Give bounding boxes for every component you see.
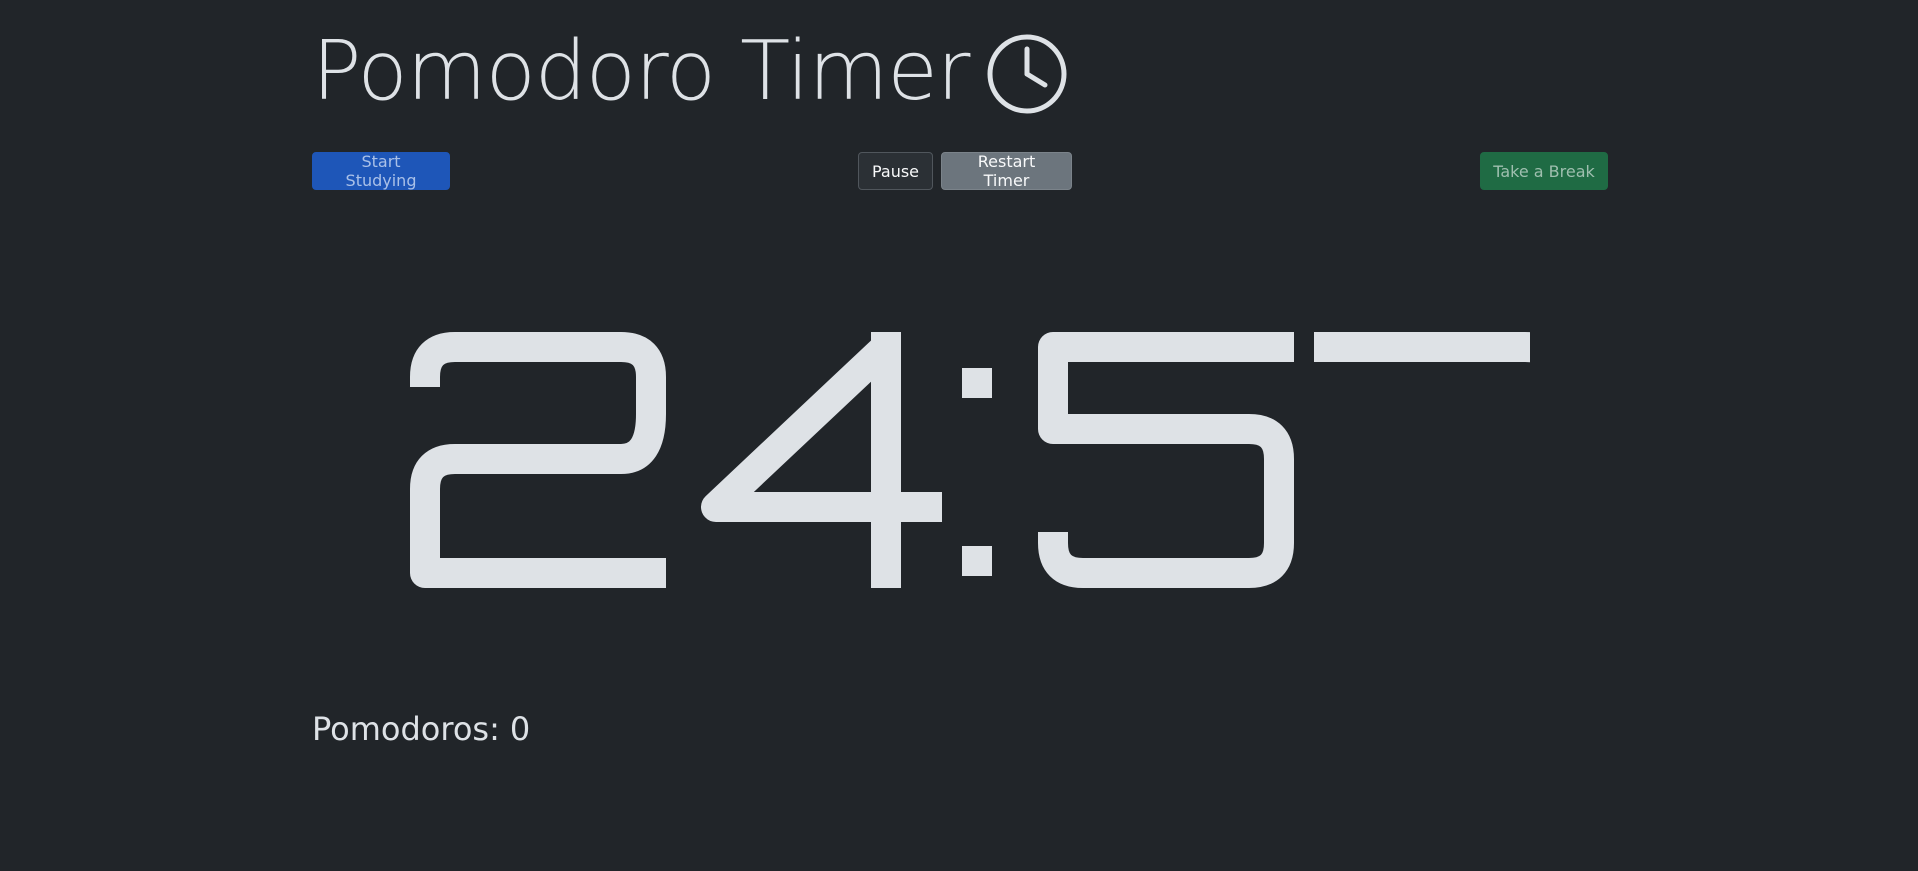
page-title: Pomodoro Timer [312, 24, 970, 119]
restart-timer-button[interactable]: Restart Timer [941, 152, 1072, 190]
timer-digit-7 [1314, 332, 1530, 363]
timer-digit-2 [410, 332, 666, 588]
pomodoros-label: Pomodoros: [312, 710, 500, 748]
timer-colon [962, 368, 992, 576]
take-a-break-button[interactable]: Take a Break [1480, 152, 1608, 190]
timer-display [410, 332, 1530, 588]
pomodoros-count: 0 [509, 710, 531, 748]
pause-button[interactable]: Pause [858, 152, 933, 190]
pomodoro-page: Pomodoro Timer Start Studying Pause Rest… [0, 0, 1918, 871]
header: Pomodoro Timer [312, 22, 1068, 122]
timer-digit-4 [701, 332, 942, 588]
start-studying-button[interactable]: Start Studying [312, 152, 450, 190]
timer-digit-5 [1038, 332, 1294, 588]
pomodoro-counter: Pomodoros: 0 [312, 710, 530, 748]
clock-icon [986, 33, 1068, 115]
